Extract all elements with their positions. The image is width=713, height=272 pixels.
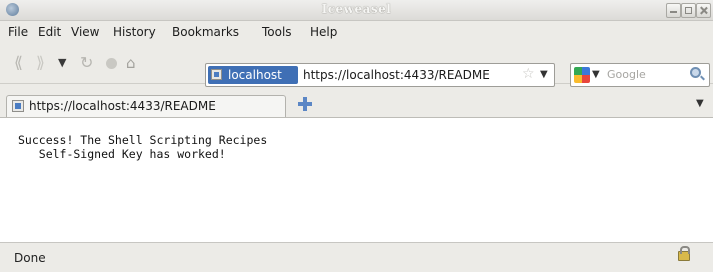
minimize-button[interactable] (666, 3, 681, 18)
search-input[interactable]: Google (607, 68, 646, 81)
search-icon[interactable] (690, 67, 701, 78)
title-bar: Iceweasel (0, 0, 713, 21)
tab-list-dropdown-icon[interactable]: ▼ (696, 98, 704, 109)
status-text: Done (14, 251, 46, 265)
home-icon[interactable]: ⌂ (126, 54, 144, 72)
maximize-button[interactable] (681, 3, 696, 18)
tab-strip: https://localhost:4433/README ▼ (0, 84, 713, 118)
menu-edit[interactable]: Edit (38, 25, 61, 39)
reload-icon[interactable]: ↻ (80, 54, 98, 72)
browser-window: Iceweasel File Edit View History Bookmar… (0, 0, 713, 272)
site-favicon-icon (211, 69, 222, 80)
menu-view[interactable]: View (71, 25, 99, 39)
history-dropdown-icon[interactable]: ▼ (58, 54, 76, 72)
search-engine-icon[interactable] (574, 67, 590, 83)
page-text: Success! The Shell Scripting Recipes Sel… (18, 133, 268, 161)
menu-history[interactable]: History (113, 25, 156, 39)
minimize-icon (670, 7, 677, 13)
status-bar: Done (0, 242, 713, 272)
window-title: Iceweasel (321, 2, 392, 16)
page-content: Success! The Shell Scripting Recipes Sel… (0, 118, 713, 242)
close-button[interactable] (696, 3, 711, 18)
tab-readme[interactable]: https://localhost:4433/README (6, 95, 286, 117)
url-dropdown-icon[interactable]: ▼ (540, 69, 548, 80)
site-identity-button[interactable]: localhost (208, 66, 298, 84)
security-lock-icon[interactable] (678, 246, 690, 261)
menu-file[interactable]: File (8, 25, 28, 39)
maximize-icon (685, 7, 692, 14)
site-identity-label: localhost (228, 68, 282, 82)
stop-icon[interactable] (106, 58, 117, 69)
star-icon[interactable]: ☆ (522, 66, 535, 82)
menu-bar: File Edit View History Bookmarks Tools H… (0, 21, 713, 43)
search-engine-dropdown-icon[interactable]: ▼ (592, 69, 600, 80)
tab-label: https://localhost:4433/README (29, 99, 216, 113)
tab-favicon-icon (12, 100, 24, 112)
close-icon (700, 7, 707, 14)
menu-bookmarks[interactable]: Bookmarks (172, 25, 239, 39)
back-icon[interactable]: ⟪ (14, 54, 32, 72)
new-tab-icon[interactable] (298, 97, 312, 111)
menu-tools[interactable]: Tools (262, 25, 292, 39)
menu-help[interactable]: Help (310, 25, 337, 39)
url-input[interactable]: https://localhost:4433/README (303, 68, 490, 82)
navigation-toolbar: ⟪ ⟫ ▼ ↻ ⌂ localhost https://localhost:44… (0, 43, 713, 87)
forward-icon[interactable]: ⟫ (36, 54, 54, 72)
